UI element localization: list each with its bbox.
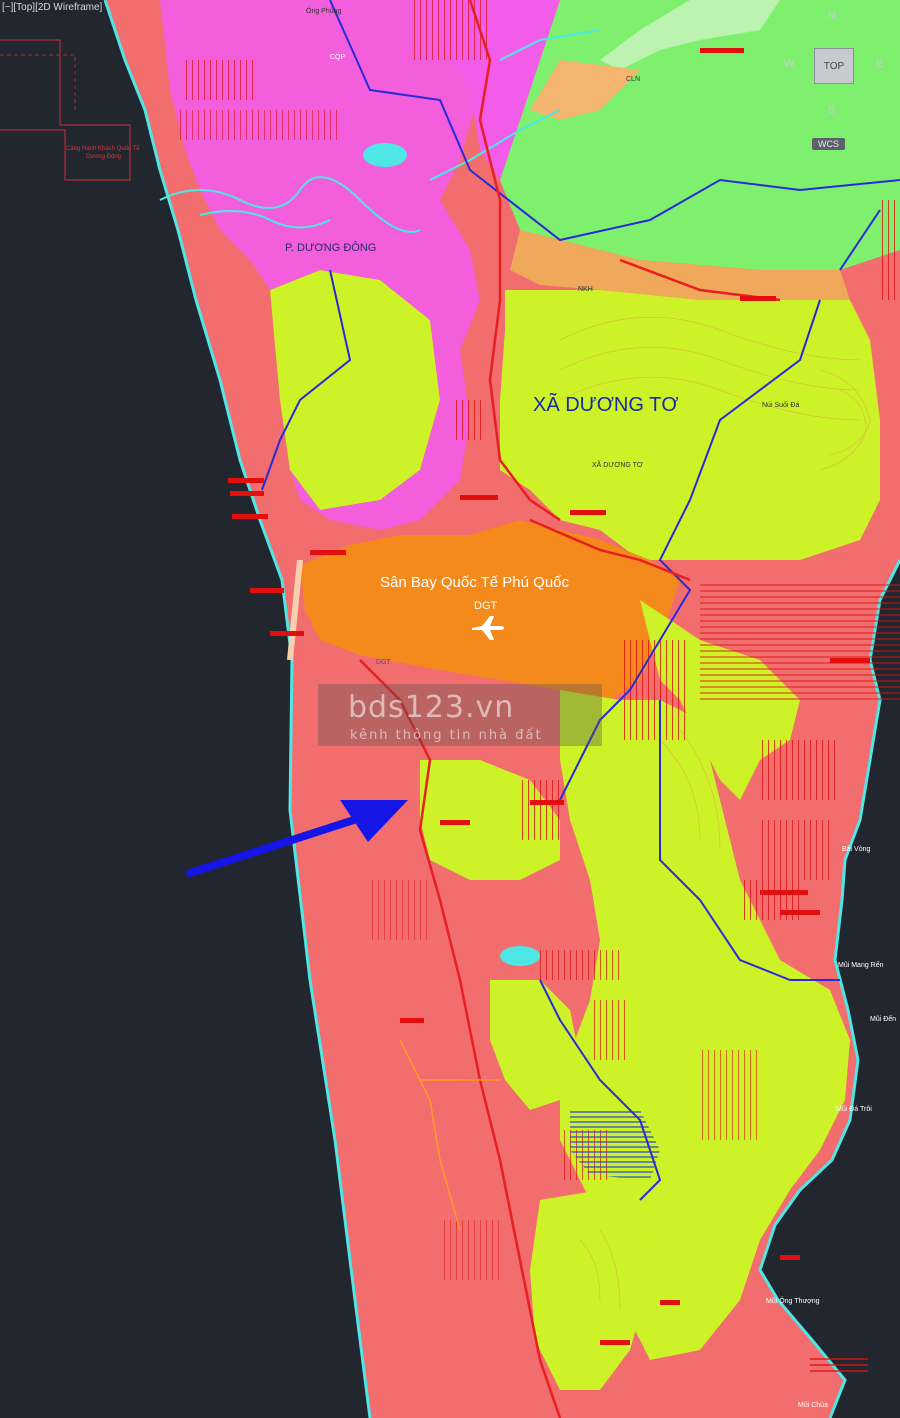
label-cang-hanh-khach: Cảng Hành Khách Quốc Tế bbox=[66, 146, 140, 152]
viewcube-top-button[interactable]: TOP bbox=[814, 48, 854, 84]
agri-zone bbox=[500, 0, 900, 270]
viewport-label[interactable]: [−][Top][2D Wireframe] bbox=[2, 2, 102, 13]
label-mui-chua: Mũi Chùa bbox=[798, 1402, 828, 1409]
label-ong-phung: Ông Phùng bbox=[306, 8, 342, 15]
label-cln: CLN bbox=[626, 76, 641, 83]
label-mui-da-troi: Mũi Đá Trôi bbox=[836, 1106, 872, 1113]
viewcube-north[interactable]: N bbox=[828, 10, 836, 22]
label-airport: Sân Bay Quốc Tế Phú Quốc bbox=[380, 574, 570, 591]
label-mui-den: Mũi Đển bbox=[870, 1016, 897, 1023]
wcs-menu[interactable]: WCS bbox=[812, 138, 845, 150]
watermark-sub: kênh thông tin nhà đất bbox=[350, 728, 543, 743]
label-bai-vong: Bãi Vòng bbox=[842, 846, 871, 853]
label-cang-sub: Dương Đông bbox=[86, 154, 121, 160]
label-xa-duong-to-small: XÃ DƯƠNG TƠ bbox=[592, 462, 643, 469]
label-phuong-duong-dong: P. DƯƠNG ĐÔNG bbox=[285, 242, 377, 254]
viewcube-east[interactable]: E bbox=[876, 58, 883, 70]
viewcube-south[interactable]: S bbox=[828, 104, 835, 116]
label-mui-mang-ren: Mũi Mang Rến bbox=[838, 962, 884, 969]
label-airport-code: DGT bbox=[474, 600, 498, 612]
watermark-main: bds123.vn bbox=[348, 690, 515, 725]
viewcube-west[interactable]: W bbox=[784, 58, 794, 70]
label-cqp: CQP bbox=[330, 54, 346, 61]
label-xa-duong-to: XÃ DƯƠNG TƠ bbox=[533, 394, 679, 416]
label-nui-suoi-da: Núi Suối Đá bbox=[762, 402, 800, 409]
label-nkh: NKH bbox=[578, 286, 593, 293]
label-mui-ong-thuong: Mũi Ông Thượng bbox=[766, 1298, 820, 1305]
label-dgt-small: DGT bbox=[376, 659, 391, 666]
